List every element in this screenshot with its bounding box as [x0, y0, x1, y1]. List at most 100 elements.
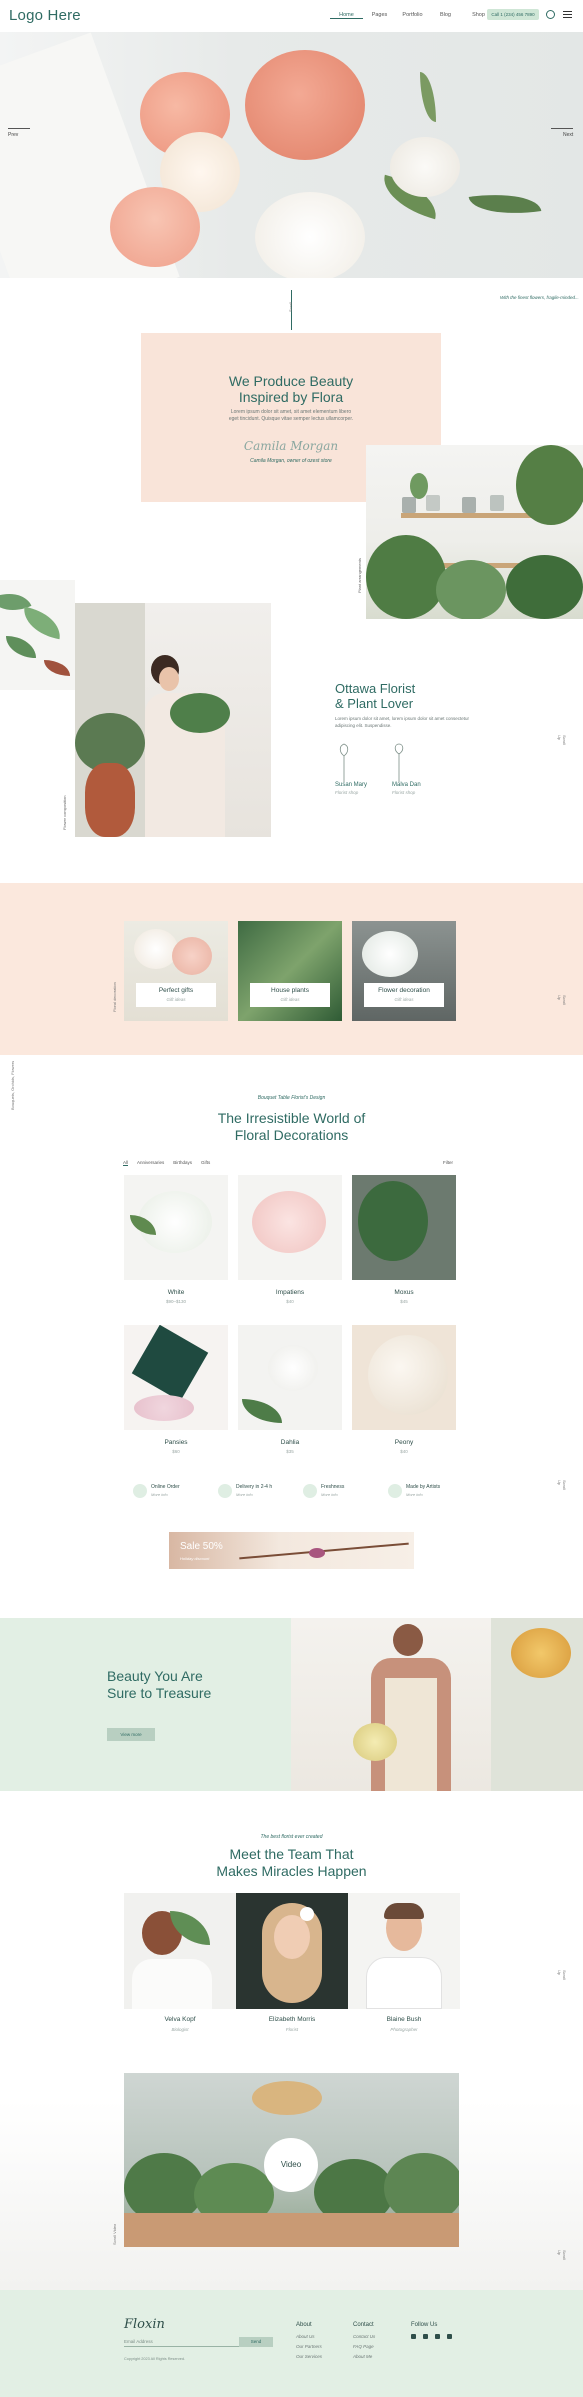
- feature-link[interactable]: More info: [151, 1492, 168, 1497]
- feature-freshness[interactable]: Freshness More info: [295, 1480, 380, 1502]
- sale-banner[interactable]: Sale 50% Holiday discount: [169, 1532, 414, 1569]
- feature-artists[interactable]: Made by Artists More info: [380, 1480, 465, 1502]
- footer-follow-title: Follow Us: [411, 2322, 438, 2328]
- scroll-up-label[interactable]: Scroll Up: [557, 1970, 567, 1986]
- category-card-decoration[interactable]: Flower decoration Gift ideas: [352, 921, 456, 1021]
- flower-sketch-icon: [394, 743, 404, 782]
- florist-photo: [75, 603, 271, 837]
- about-text: Lorem ipsum dolor sit amet, sit amet ele…: [228, 409, 354, 422]
- newsletter-send-button[interactable]: Send: [239, 2337, 273, 2347]
- scroll-up-label[interactable]: Scroll Up: [557, 735, 567, 751]
- category-sub: Gift ideas: [280, 997, 300, 1002]
- filter-tab-anniversaries[interactable]: Anniversaries: [137, 1160, 164, 1166]
- footer-copyright: Copyright 2023 All Rights Reserved.: [124, 2357, 185, 2361]
- facebook-icon[interactable]: [411, 2334, 416, 2339]
- user-icon[interactable]: [546, 10, 555, 19]
- about-title-line1: We Produce Beauty: [228, 373, 354, 389]
- feature-delivery[interactable]: Delivery in 2-4 h More info: [210, 1480, 295, 1502]
- scroll-up-label[interactable]: Scroll Up: [557, 995, 567, 1011]
- linkedin-icon[interactable]: [447, 2334, 452, 2339]
- green-bouquet: [358, 1181, 428, 1261]
- products-side-label: Bouquets, Orchids, Flowers: [10, 1060, 15, 1110]
- nav-blog[interactable]: Blog: [429, 12, 462, 19]
- product-filter-tabs: All Anniversaries Birthdays Gifts: [123, 1160, 210, 1166]
- footer-link[interactable]: Our Partners: [296, 2344, 322, 2349]
- hamburger-menu-icon[interactable]: [563, 11, 572, 18]
- florist-apron-photo: [291, 1618, 583, 1791]
- scroll-up-label[interactable]: Scroll Up: [557, 1480, 567, 1496]
- instagram-icon[interactable]: [435, 2334, 440, 2339]
- feature-link[interactable]: More info: [406, 1492, 423, 1497]
- footer: [0, 2290, 583, 2397]
- white-rose-flower: [390, 137, 460, 197]
- member-role: Biologist: [171, 2027, 189, 2032]
- product-price: $90–$130: [165, 1299, 187, 1304]
- hero-prev-button[interactable]: Prev: [8, 128, 31, 138]
- member-name: Blaine Bush: [386, 2016, 422, 2023]
- plant-pot: [490, 495, 504, 511]
- product-card[interactable]: Pansies $60: [124, 1325, 228, 1454]
- video-side-label: Scroll Video: [112, 2223, 117, 2245]
- team-member-photo[interactable]: [348, 1893, 460, 2009]
- footer-logo[interactable]: Floxin: [124, 2317, 165, 2332]
- product-card[interactable]: White $90–$130: [124, 1175, 228, 1304]
- team-member-photo[interactable]: [124, 1893, 236, 2009]
- footer-link[interactable]: FAQ Page: [353, 2344, 375, 2349]
- scroll-label: Scroll: [288, 301, 293, 312]
- category-card-house-plants[interactable]: House plants Gift ideas: [238, 921, 342, 1021]
- flower-bouquet: [362, 931, 418, 977]
- filter-tab-birthdays[interactable]: Birthdays: [173, 1160, 192, 1166]
- twitter-icon[interactable]: [423, 2334, 428, 2339]
- person-body: [132, 1959, 212, 2009]
- nav-portfolio[interactable]: Portfolio: [396, 12, 429, 19]
- footer-link[interactable]: Contact Us: [353, 2334, 375, 2339]
- feature-title: Delivery in 2-4 h: [236, 1484, 273, 1490]
- florist-text: Lorem ipsum dolor sit amet, lorem ipsum …: [335, 716, 470, 728]
- video-play-button[interactable]: Video: [264, 2138, 318, 2192]
- header: Logo Here Home Pages Portfolio Blog Shop…: [0, 0, 583, 32]
- social-icons: [411, 2334, 452, 2339]
- plant-pot: [462, 497, 476, 513]
- treasure-banner: [0, 1618, 291, 1791]
- main-nav: Home Pages Portfolio Blog Shop: [330, 12, 495, 19]
- product-card[interactable]: Peony $40: [352, 1325, 456, 1454]
- feature-link[interactable]: More info: [321, 1492, 338, 1497]
- call-button[interactable]: Call 1 (234) 456 7890: [487, 9, 539, 20]
- hero-next-button[interactable]: Next: [550, 128, 574, 138]
- team-title: Meet the Team That Makes Miracles Happen: [0, 1846, 583, 1880]
- newsletter-email-input[interactable]: Email Address: [124, 2337, 239, 2347]
- logo[interactable]: Logo Here: [9, 7, 81, 24]
- team-member-photo[interactable]: [236, 1893, 348, 2009]
- product-card[interactable]: Moxus $45: [352, 1175, 456, 1304]
- pots-row: [124, 2213, 459, 2247]
- footer-link[interactable]: About Us: [296, 2334, 322, 2339]
- filter-tab-gifts[interactable]: Gifts: [201, 1160, 210, 1166]
- plant: [170, 693, 230, 733]
- flower-bouquet: [172, 937, 212, 975]
- filter-tab-all[interactable]: All: [123, 1160, 129, 1166]
- category-label: Flower decoration Gift ideas: [364, 983, 444, 1007]
- category-card-gifts[interactable]: Perfect gifts Gift ideas: [124, 921, 228, 1021]
- products-title-line1: The Irresistible World of: [217, 1110, 366, 1126]
- leaf-icon: [303, 1484, 317, 1498]
- scroll-up-label[interactable]: Scroll Up: [557, 2250, 567, 2266]
- person-name: Malva Dan: [392, 782, 421, 788]
- person-hair: [384, 1903, 424, 1919]
- nav-pages[interactable]: Pages: [363, 12, 396, 19]
- product-price: $45: [400, 1299, 408, 1304]
- product-card[interactable]: Impatiens $40: [238, 1175, 342, 1304]
- product-image: [238, 1175, 342, 1280]
- feature-link[interactable]: More info: [236, 1492, 253, 1497]
- sale-subtitle: Holiday discount: [180, 1556, 210, 1561]
- feature-online-order[interactable]: Online Order More info: [125, 1480, 210, 1502]
- florist-title-line2: & Plant Lover: [335, 696, 414, 711]
- product-name: Impatiens: [275, 1289, 305, 1296]
- plant: [436, 560, 506, 619]
- footer-link[interactable]: About Me: [353, 2354, 375, 2359]
- nav-home[interactable]: Home: [330, 12, 363, 19]
- delivery-icon: [218, 1484, 232, 1498]
- filter-button[interactable]: Filter: [443, 1160, 453, 1165]
- view-more-button[interactable]: View more: [107, 1728, 155, 1741]
- product-card[interactable]: Dahlia $35: [238, 1325, 342, 1454]
- footer-link[interactable]: Our Services: [296, 2354, 322, 2359]
